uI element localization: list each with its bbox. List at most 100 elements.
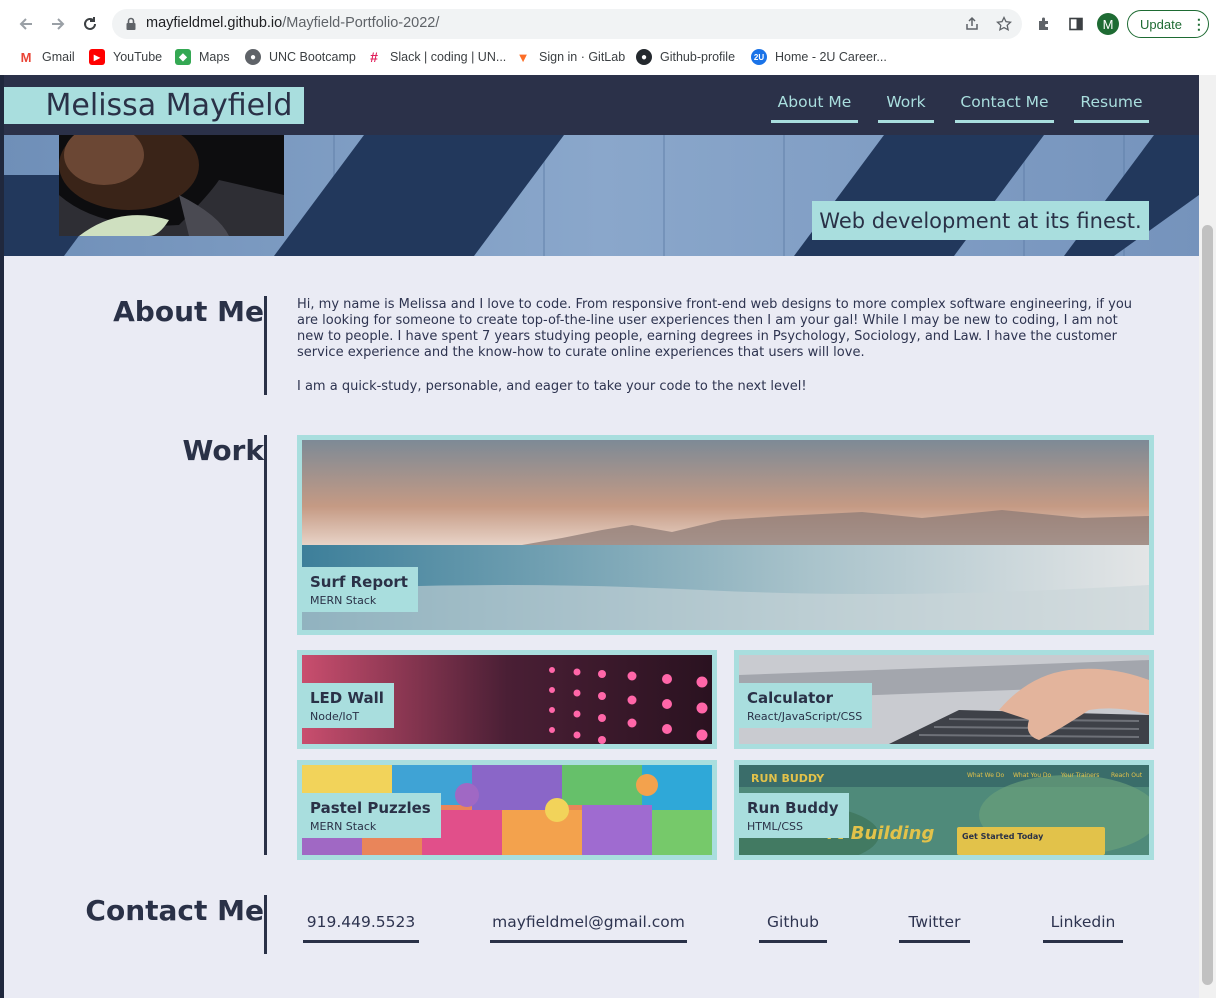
github-icon: ● <box>636 49 652 65</box>
run-buddy-nav-trainers: Your Trainers <box>1061 772 1100 779</box>
lock-icon[interactable] <box>123 16 139 32</box>
nav-about-me[interactable]: About Me <box>771 93 858 123</box>
site-title[interactable]: Melissa Mayfield <box>4 87 304 124</box>
bookmark-youtube[interactable]: ▶ YouTube <box>89 47 162 67</box>
about-rule <box>264 296 267 395</box>
url-path: /Mayfield-Portfolio-2022/ <box>282 15 440 31</box>
contact-links: 919.449.5523 mayfieldmel@gmail.com Githu… <box>4 913 1199 953</box>
run-buddy-image: RUN BUDDY What We Do What You Do Your Tr… <box>739 765 1149 855</box>
star-icon[interactable] <box>995 15 1013 33</box>
project-card-run-buddy[interactable]: RUN BUDDY What We Do What You Do Your Tr… <box>734 760 1154 860</box>
bookmark-label: Maps <box>199 50 230 64</box>
url-text[interactable]: mayfieldmel.github.io/Mayfield-Portfolio… <box>146 15 439 31</box>
nav-contact-me[interactable]: Contact Me <box>955 93 1054 123</box>
beach-image <box>302 440 1149 630</box>
profile-initial: M <box>1102 16 1114 32</box>
bookmark-gmail[interactable]: M Gmail <box>18 47 75 67</box>
work-heading: Work <box>182 434 264 467</box>
profile-avatar[interactable]: M <box>1097 13 1119 35</box>
project-tech: HTML/CSS <box>747 820 803 833</box>
project-tech: React/JavaScript/CSS <box>747 710 863 723</box>
bookmark-maps[interactable]: ◆ Maps <box>175 47 230 67</box>
project-label: Surf Report MERN Stack <box>302 567 418 612</box>
project-label: Run Buddy HTML/CSS <box>739 793 849 838</box>
run-buddy-nav-what-you-do: What You Do <box>1013 772 1052 779</box>
url-host: mayfieldmel.github.io <box>146 15 283 31</box>
project-name: Calculator <box>747 689 833 707</box>
bookmark-label: Sign in · GitLab <box>539 50 626 64</box>
forward-icon[interactable] <box>46 12 70 36</box>
side-panel-icon[interactable] <box>1064 12 1088 36</box>
about-paragraph: I am a quick-study, personable, and eage… <box>297 379 807 394</box>
bookmarks-bar: M Gmail ▶ YouTube ◆ Maps ● UNC Bootcamp … <box>0 45 1216 67</box>
page-scrollbar[interactable] <box>1199 75 1216 998</box>
project-card-surf-report[interactable]: Surf Report MERN Stack <box>297 435 1154 635</box>
project-label: Calculator React/JavaScript/CSS <box>739 683 873 728</box>
bookmark-label: Home - 2U Career... <box>775 50 887 64</box>
bookmark-github[interactable]: ● Github-profile <box>636 47 735 67</box>
project-card-led-wall[interactable]: LED Wall Node/IoT <box>297 650 717 749</box>
bookmark-label: UNC Bootcamp <box>269 50 356 64</box>
project-card-calculator[interactable]: Calculator React/JavaScript/CSS <box>734 650 1154 749</box>
bookmark-2u-career[interactable]: 2U Home - 2U Career... <box>751 47 887 67</box>
project-name: Pastel Puzzles <box>310 799 431 817</box>
project-tech: MERN Stack <box>310 594 377 607</box>
bookmark-label: Slack | coding | UN... <box>390 50 507 64</box>
calculator-image: Calculator React/JavaScript/CSS <box>739 655 1149 744</box>
hero-banner: Web development at its finest. <box>4 135 1199 256</box>
2u-icon: 2U <box>751 49 767 65</box>
about-heading: About Me <box>113 295 264 328</box>
project-name: Run Buddy <box>747 799 839 817</box>
run-buddy-brand: RUN BUDDY <box>751 772 825 785</box>
maps-icon: ◆ <box>175 49 191 65</box>
update-label: Update <box>1140 16 1182 32</box>
bookmark-label: YouTube <box>113 50 163 64</box>
bookmark-label: Github-profile <box>660 50 736 64</box>
nav-resume[interactable]: Resume <box>1074 93 1149 123</box>
run-buddy-nav-what-we-do: What We Do <box>967 772 1005 779</box>
contact-email-link[interactable]: mayfieldmel@gmail.com <box>490 913 687 943</box>
project-name: Surf Report <box>310 573 408 591</box>
led-wall-image: LED Wall Node/IoT <box>302 655 712 744</box>
work-rule <box>264 435 267 855</box>
back-icon[interactable] <box>14 12 38 36</box>
scrollbar-thumb[interactable] <box>1202 225 1213 985</box>
bookmark-unc-bootcamp[interactable]: ● UNC Bootcamp <box>245 47 356 67</box>
menu-dots-icon[interactable]: ⋮ <box>1192 16 1206 33</box>
profile-photo <box>59 135 284 236</box>
project-tech: Node/IoT <box>310 710 360 723</box>
globe-icon: ● <box>245 49 261 65</box>
project-card-pastel-puzzles[interactable]: Pastel Puzzles MERN Stack <box>297 760 717 860</box>
address-bar[interactable]: mayfieldmel.github.io/Mayfield-Portfolio… <box>112 9 1022 39</box>
project-label: LED Wall Node/IoT <box>302 683 394 728</box>
project-name: LED Wall <box>310 689 384 707</box>
share-icon[interactable] <box>963 15 981 33</box>
profile-photo-image <box>59 135 284 236</box>
project-tech: MERN Stack <box>310 820 377 833</box>
reload-icon[interactable] <box>78 12 102 36</box>
site-header: Melissa Mayfield About Me Work Contact M… <box>4 75 1199 135</box>
run-buddy-cta-title: Get Started Today <box>962 832 1044 841</box>
contact-linkedin-link[interactable]: Linkedin <box>1043 913 1123 943</box>
gmail-icon: M <box>18 49 34 65</box>
about-text: Hi, my name is Melissa and I love to cod… <box>297 297 1142 395</box>
browser-chrome: mayfieldmel.github.io/Mayfield-Portfolio… <box>0 0 1216 75</box>
slack-icon: # <box>366 49 382 65</box>
project-label: Pastel Puzzles MERN Stack <box>302 793 441 838</box>
youtube-icon: ▶ <box>89 49 105 65</box>
hero-tagline: Web development at its finest. <box>812 201 1149 240</box>
bookmark-gitlab[interactable]: ▼ Sign in · GitLab <box>515 47 625 67</box>
extensions-icon[interactable] <box>1032 12 1056 36</box>
page-viewport: Melissa Mayfield About Me Work Contact M… <box>4 75 1199 998</box>
nav-work[interactable]: Work <box>878 93 934 123</box>
run-buddy-nav-reach-out: Reach Out <box>1111 772 1143 779</box>
contact-github-link[interactable]: Github <box>759 913 827 943</box>
contact-twitter-link[interactable]: Twitter <box>899 913 970 943</box>
bookmark-label: Gmail <box>42 50 75 64</box>
surf-report-image: Surf Report MERN Stack <box>302 440 1149 630</box>
update-button[interactable]: Update ⋮ <box>1127 10 1209 38</box>
gitlab-icon: ▼ <box>515 49 531 65</box>
bookmark-slack[interactable]: # Slack | coding | UN... <box>366 47 506 67</box>
contact-phone-link[interactable]: 919.449.5523 <box>303 913 419 943</box>
pastel-puzzles-image: Pastel Puzzles MERN Stack <box>302 765 712 855</box>
